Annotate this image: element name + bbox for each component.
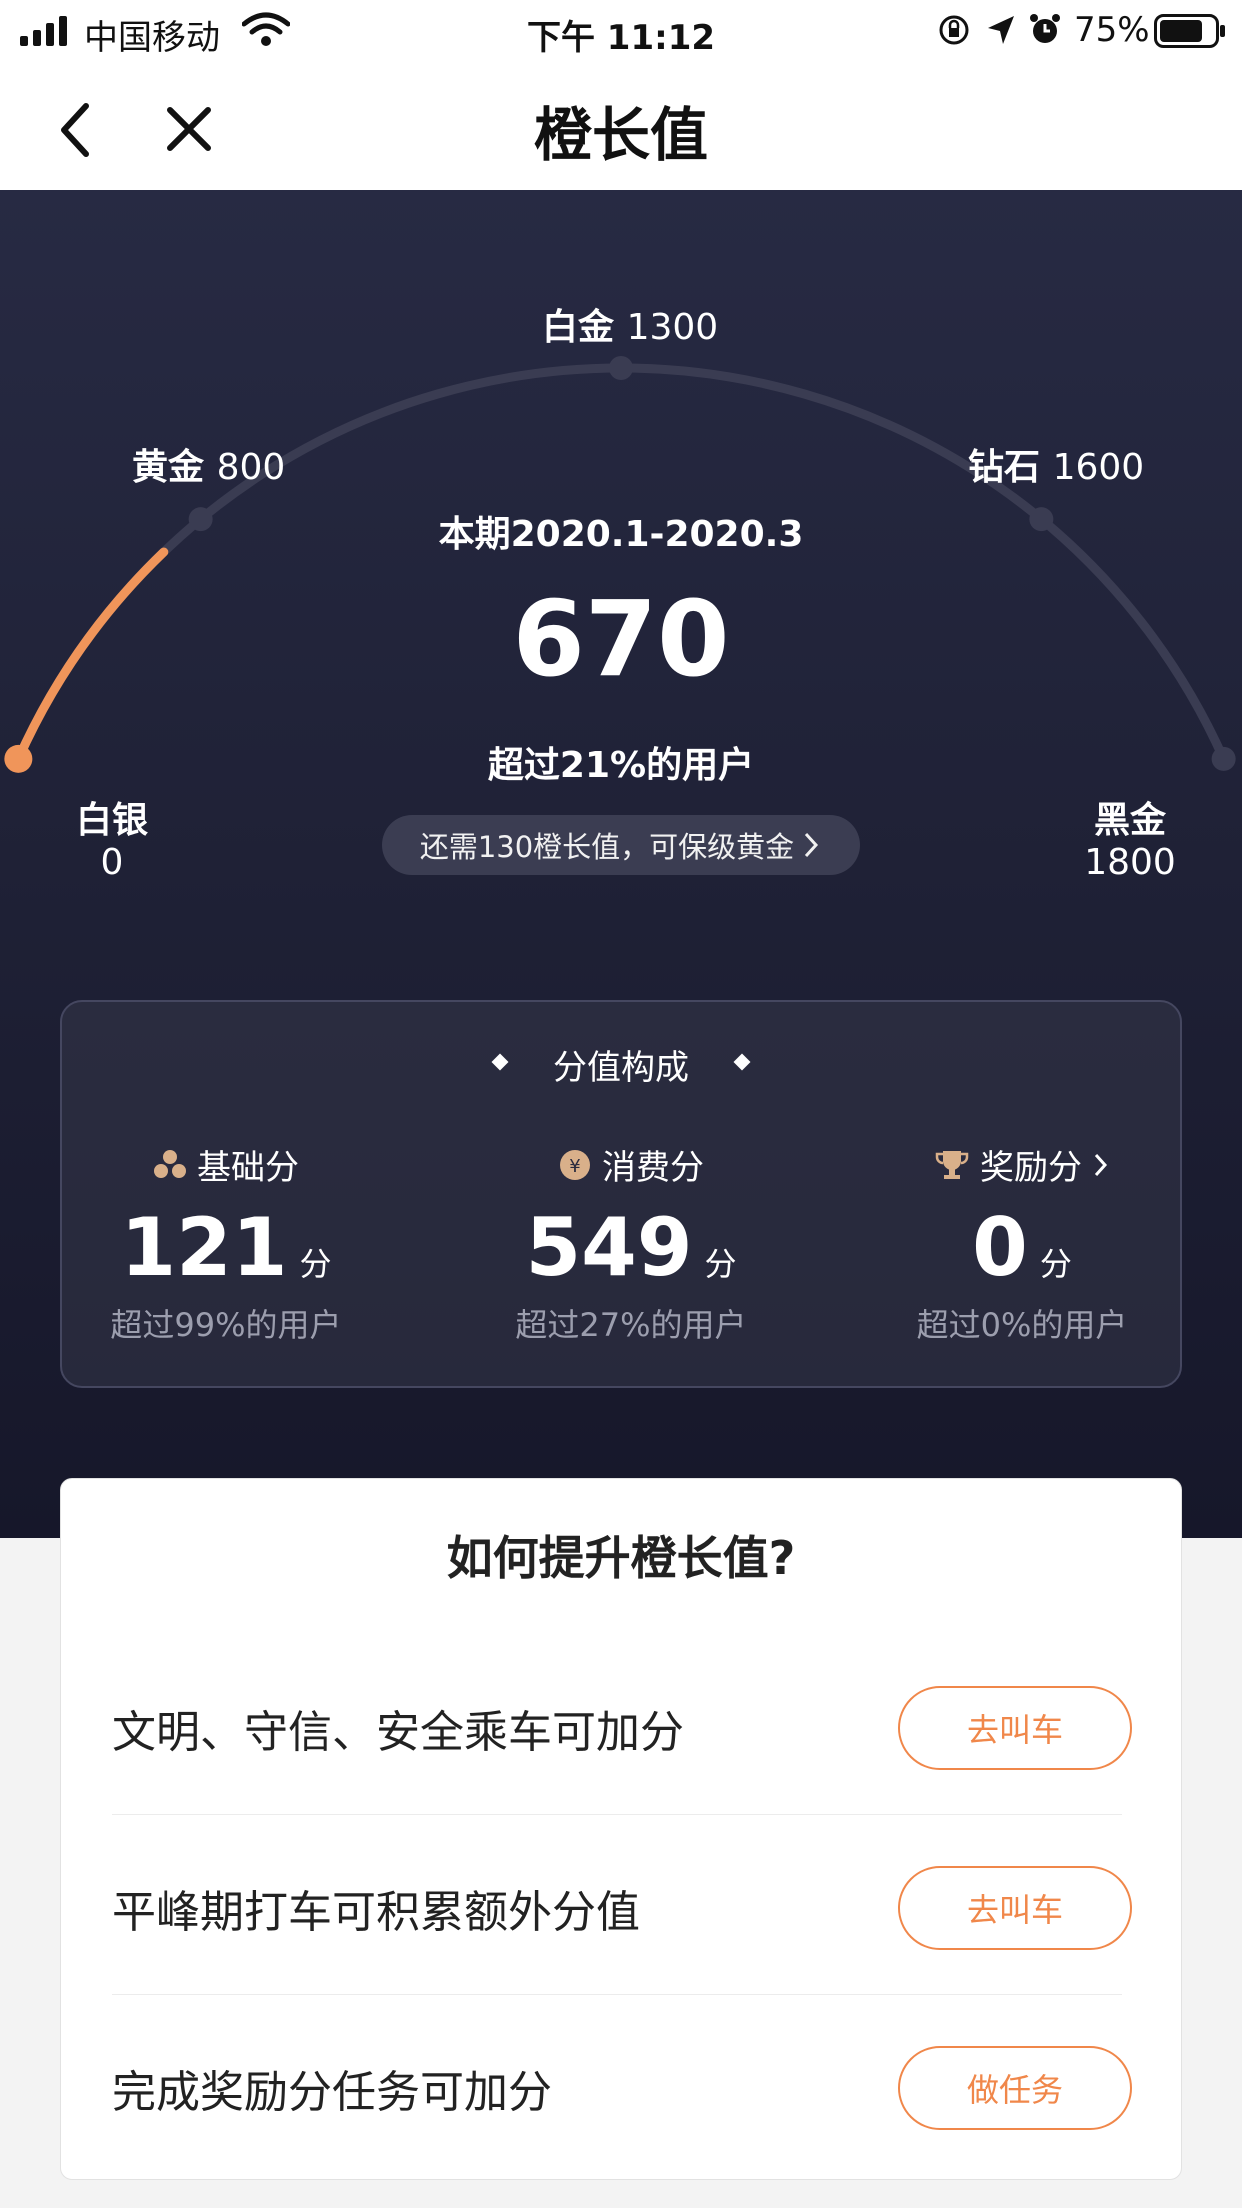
reward-exceed: 超过0%的用户 bbox=[916, 1306, 1128, 1344]
base-unit: 分 bbox=[299, 1245, 332, 1283]
level-silver-label: 白银 0 bbox=[75, 800, 148, 883]
improve-row-text: 文明、守信、安全乘车可加分 bbox=[112, 1707, 684, 1758]
row-divider bbox=[112, 1814, 1122, 1815]
improve-title: 如何提升橙长值? bbox=[446, 1531, 796, 1585]
upgrade-hint-label: 还需130橙长值，可保级黄金 bbox=[419, 830, 795, 864]
chevron-right-icon bbox=[1094, 1153, 1108, 1176]
level-diamond-label: 钻石 1600 bbox=[968, 447, 1145, 488]
upgrade-hint-button[interactable]: 还需130橙长值，可保级黄金 bbox=[382, 815, 860, 875]
yen-coin-icon: ¥ bbox=[560, 1149, 590, 1180]
gauge-track bbox=[13, 363, 1229, 764]
breakdown-title: 分值构成 bbox=[553, 1048, 689, 1088]
breakdown-consumption: ¥ 消费分 549 分 超过27%的用户 bbox=[441, 1140, 821, 1346]
score-value: 670 bbox=[512, 578, 730, 700]
breakdown-base: 基础分 121 分 超过99%的用户 bbox=[36, 1140, 416, 1346]
do-task-button[interactable]: 做任务 bbox=[898, 2046, 1132, 2130]
period-label: 本期2020.1-2020.3 bbox=[438, 514, 804, 555]
row-divider bbox=[112, 1994, 1122, 1995]
go-ride-button[interactable]: 去叫车 bbox=[898, 1866, 1132, 1950]
reward-value: 0 bbox=[972, 1201, 1028, 1294]
breakdown-reward[interactable]: 奖励分 0分 超过0%的用户 bbox=[832, 1140, 1212, 1346]
level-platinum-label: 白金 1300 bbox=[542, 307, 719, 348]
improve-row-text: 完成奖励分任务可加分 bbox=[112, 2067, 552, 2118]
reward-label: 奖励分 bbox=[980, 1148, 1082, 1188]
chevron-right-icon bbox=[805, 832, 819, 858]
base-exceed: 超过99%的用户 bbox=[110, 1306, 342, 1344]
level-black-gold-label: 黑金 1800 bbox=[1084, 800, 1176, 883]
cubes-icon bbox=[154, 1149, 186, 1178]
improve-row-text: 平峰期打车可积累额外分值 bbox=[112, 1887, 640, 1938]
base-value: 121 bbox=[120, 1201, 288, 1294]
consumption-label: 消费分 bbox=[602, 1148, 704, 1188]
consumption-value: 549 bbox=[525, 1201, 693, 1294]
consumption-exceed: 超过27%的用户 bbox=[515, 1306, 747, 1344]
base-label: 基础分 bbox=[197, 1148, 299, 1188]
level-gold-label: 黄金 800 bbox=[132, 447, 286, 488]
exceed-percent: 超过21%的用户 bbox=[487, 745, 755, 786]
consumption-unit: 分 bbox=[704, 1245, 737, 1283]
gauge-level-dot bbox=[609, 356, 633, 380]
reward-unit: 分 bbox=[1039, 1245, 1072, 1283]
svg-text:¥: ¥ bbox=[569, 1156, 580, 1177]
go-ride-button[interactable]: 去叫车 bbox=[898, 1686, 1132, 1770]
trophy-icon bbox=[935, 1150, 969, 1179]
